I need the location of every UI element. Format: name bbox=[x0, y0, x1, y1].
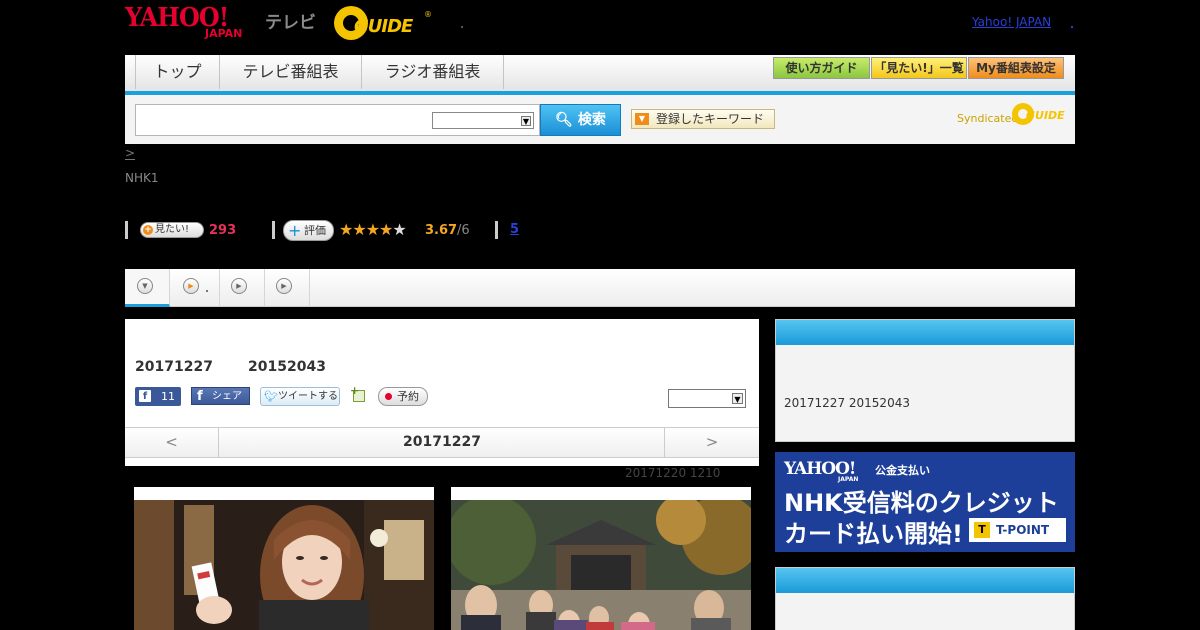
mixi-check-button[interactable]: + bbox=[350, 384, 368, 405]
current-date: 20171227 bbox=[403, 434, 481, 450]
syndicated-label: Syndicated bbox=[957, 112, 1019, 125]
play-circle-icon: ▶ bbox=[276, 278, 292, 294]
registered-keyword-label: 登録したキーワード bbox=[656, 112, 765, 126]
rating-score: 3.67 bbox=[425, 223, 458, 238]
search-button[interactable]: 🔍︎ 検索 bbox=[540, 104, 621, 136]
program-photo-1[interactable] bbox=[134, 487, 434, 630]
mitai-count: 293 bbox=[209, 223, 237, 238]
program-time: 20152043 bbox=[248, 359, 326, 375]
play-circle-icon: ▶ bbox=[183, 278, 199, 294]
facebook-share-button[interactable]: f シェア bbox=[191, 387, 250, 405]
tpoint-label: T-POINT bbox=[996, 523, 1050, 537]
divider-bar bbox=[272, 221, 275, 239]
sidebar-box-2 bbox=[775, 567, 1075, 630]
reserve-button[interactable]: 予約 bbox=[378, 387, 428, 406]
ad-service-label: 公金支払い bbox=[875, 464, 930, 477]
mitai-button-label: 見たい! bbox=[155, 224, 190, 235]
tv-label[interactable]: テレビ bbox=[265, 8, 316, 33]
photo-woman-image bbox=[134, 500, 434, 630]
sidebar-box-header bbox=[776, 568, 1074, 593]
rating-stars: ★★★★★ bbox=[339, 220, 407, 240]
twitter-bird-icon: 🐦︎ bbox=[264, 390, 278, 403]
ad-yahoo-logo-japan: JAPAN bbox=[838, 476, 859, 483]
tab-related-1[interactable]: ▶ bbox=[170, 269, 220, 307]
facebook-like-count: 11 bbox=[161, 390, 175, 403]
updated-timestamp: 20171220 1210 bbox=[625, 466, 721, 480]
tpoint-badge: T T-POINT bbox=[969, 518, 1066, 542]
gguide-logo-text: GUIDE bbox=[354, 16, 413, 37]
program-tab-strip: ▼ ▶ ▶ ▶ bbox=[125, 269, 1075, 307]
dropdown-triangle-icon: ▼ bbox=[635, 113, 649, 125]
tab-dot bbox=[206, 290, 208, 292]
tab-program-info[interactable]: ▼ bbox=[125, 269, 170, 307]
tab-related-3[interactable]: ▶ bbox=[265, 269, 310, 307]
yahoo-japan-link[interactable]: Yahoo! JAPAN bbox=[972, 15, 1051, 29]
tpoint-icon: T bbox=[974, 522, 990, 538]
recorder-select[interactable]: ▼ bbox=[668, 389, 746, 408]
photo-group-image bbox=[451, 500, 751, 630]
syndicated-gguide-logo: GUIDE bbox=[1012, 103, 1068, 125]
breadcrumb-underline bbox=[125, 159, 135, 160]
program-main-panel: 20171227 20152043 f 11 f シェア 🐦︎ ツイートする +… bbox=[125, 319, 759, 466]
play-circle-icon: ▶ bbox=[231, 278, 247, 294]
guide-button[interactable]: 使い方ガイド bbox=[773, 57, 870, 79]
chevron-down-icon: ▼ bbox=[521, 116, 531, 126]
my-schedule-button[interactable]: My番組表設定 bbox=[968, 57, 1064, 79]
rate-button-label: 評価 bbox=[304, 224, 326, 237]
chevron-down-icon: ▼ bbox=[732, 393, 743, 404]
record-dot-icon bbox=[385, 393, 392, 400]
facebook-icon: f bbox=[197, 389, 203, 404]
search-icon: 🔍︎ bbox=[555, 112, 573, 128]
comments-count-link[interactable]: 5 bbox=[510, 222, 519, 237]
yahoo-logo-japan: JAPAN bbox=[205, 27, 243, 40]
chevron-down-circle-icon: ▼ bbox=[137, 278, 153, 294]
mitai-list-button[interactable]: 「見たい!」一覧 bbox=[871, 57, 967, 79]
registered-keyword-button[interactable]: ▼ 登録したキーワード bbox=[631, 109, 775, 129]
tweet-button[interactable]: 🐦︎ ツイートする bbox=[260, 387, 340, 406]
rate-button[interactable]: + 評価 bbox=[283, 220, 334, 241]
ad-headline-1: NHK受信料のクレジット bbox=[784, 489, 1059, 517]
nav-tab-radio-schedule[interactable]: ラジオ番組表 bbox=[362, 55, 504, 89]
header-dot bbox=[461, 26, 463, 28]
plus-icon: + bbox=[350, 384, 360, 397]
sidebar-schedule-text: 20171227 20152043 bbox=[784, 396, 910, 410]
nav-tab-top[interactable]: トップ bbox=[135, 55, 220, 89]
reserve-label: 予約 bbox=[397, 390, 419, 403]
facebook-share-label: シェア bbox=[212, 391, 242, 402]
star-empty-icon: ★ bbox=[392, 220, 406, 239]
page: YAHOO! JAPAN テレビ GUIDE ® Yahoo! JAPAN トッ… bbox=[0, 0, 1200, 630]
tab-related-2[interactable]: ▶ bbox=[220, 269, 265, 307]
nav-tab-tv-schedule[interactable]: テレビ番組表 bbox=[220, 55, 362, 89]
channel-name: NHK1 bbox=[125, 171, 159, 185]
syndicated-logo-text: GUIDE bbox=[1026, 109, 1065, 122]
star-half-icon: ★ bbox=[379, 220, 393, 239]
date-navigation: < 20171227 > bbox=[125, 427, 759, 458]
tweet-label: ツイートする bbox=[278, 391, 338, 402]
gguide-logo[interactable]: GUIDE ® bbox=[334, 6, 432, 40]
plus-icon: + bbox=[288, 221, 302, 240]
ad-headline-2: カード払い開始! bbox=[784, 520, 963, 548]
breadcrumb[interactable]: > bbox=[125, 146, 135, 160]
mitai-button[interactable]: + 見たい! bbox=[140, 222, 204, 238]
program-date: 20171227 bbox=[135, 359, 213, 375]
prev-day-button[interactable]: < bbox=[125, 428, 219, 458]
sidebar-schedule-box: 20171227 20152043 bbox=[775, 319, 1075, 442]
facebook-like-button[interactable]: f 11 bbox=[135, 387, 181, 406]
gguide-registered-mark: ® bbox=[424, 10, 432, 19]
rating-max: /6 bbox=[457, 223, 470, 238]
search-category-select[interactable]: ▼ bbox=[432, 112, 534, 129]
divider-bar bbox=[495, 221, 498, 239]
program-photo-2[interactable] bbox=[451, 487, 751, 630]
search-button-label: 検索 bbox=[577, 112, 606, 128]
sidebar-box-header bbox=[776, 320, 1074, 345]
yahoo-link-dot bbox=[1071, 26, 1073, 28]
star-icon: ★ bbox=[339, 220, 353, 239]
nhk-credit-payment-ad[interactable]: YAHOO! JAPAN 公金支払い NHK受信料のクレジット カード払い開始!… bbox=[775, 452, 1075, 552]
star-icon: ★ bbox=[352, 220, 366, 239]
star-icon: ★ bbox=[365, 220, 380, 239]
divider-bar bbox=[125, 221, 128, 239]
plus-icon: + bbox=[143, 225, 153, 235]
next-day-button[interactable]: > bbox=[664, 428, 759, 458]
facebook-icon: f bbox=[139, 390, 151, 402]
